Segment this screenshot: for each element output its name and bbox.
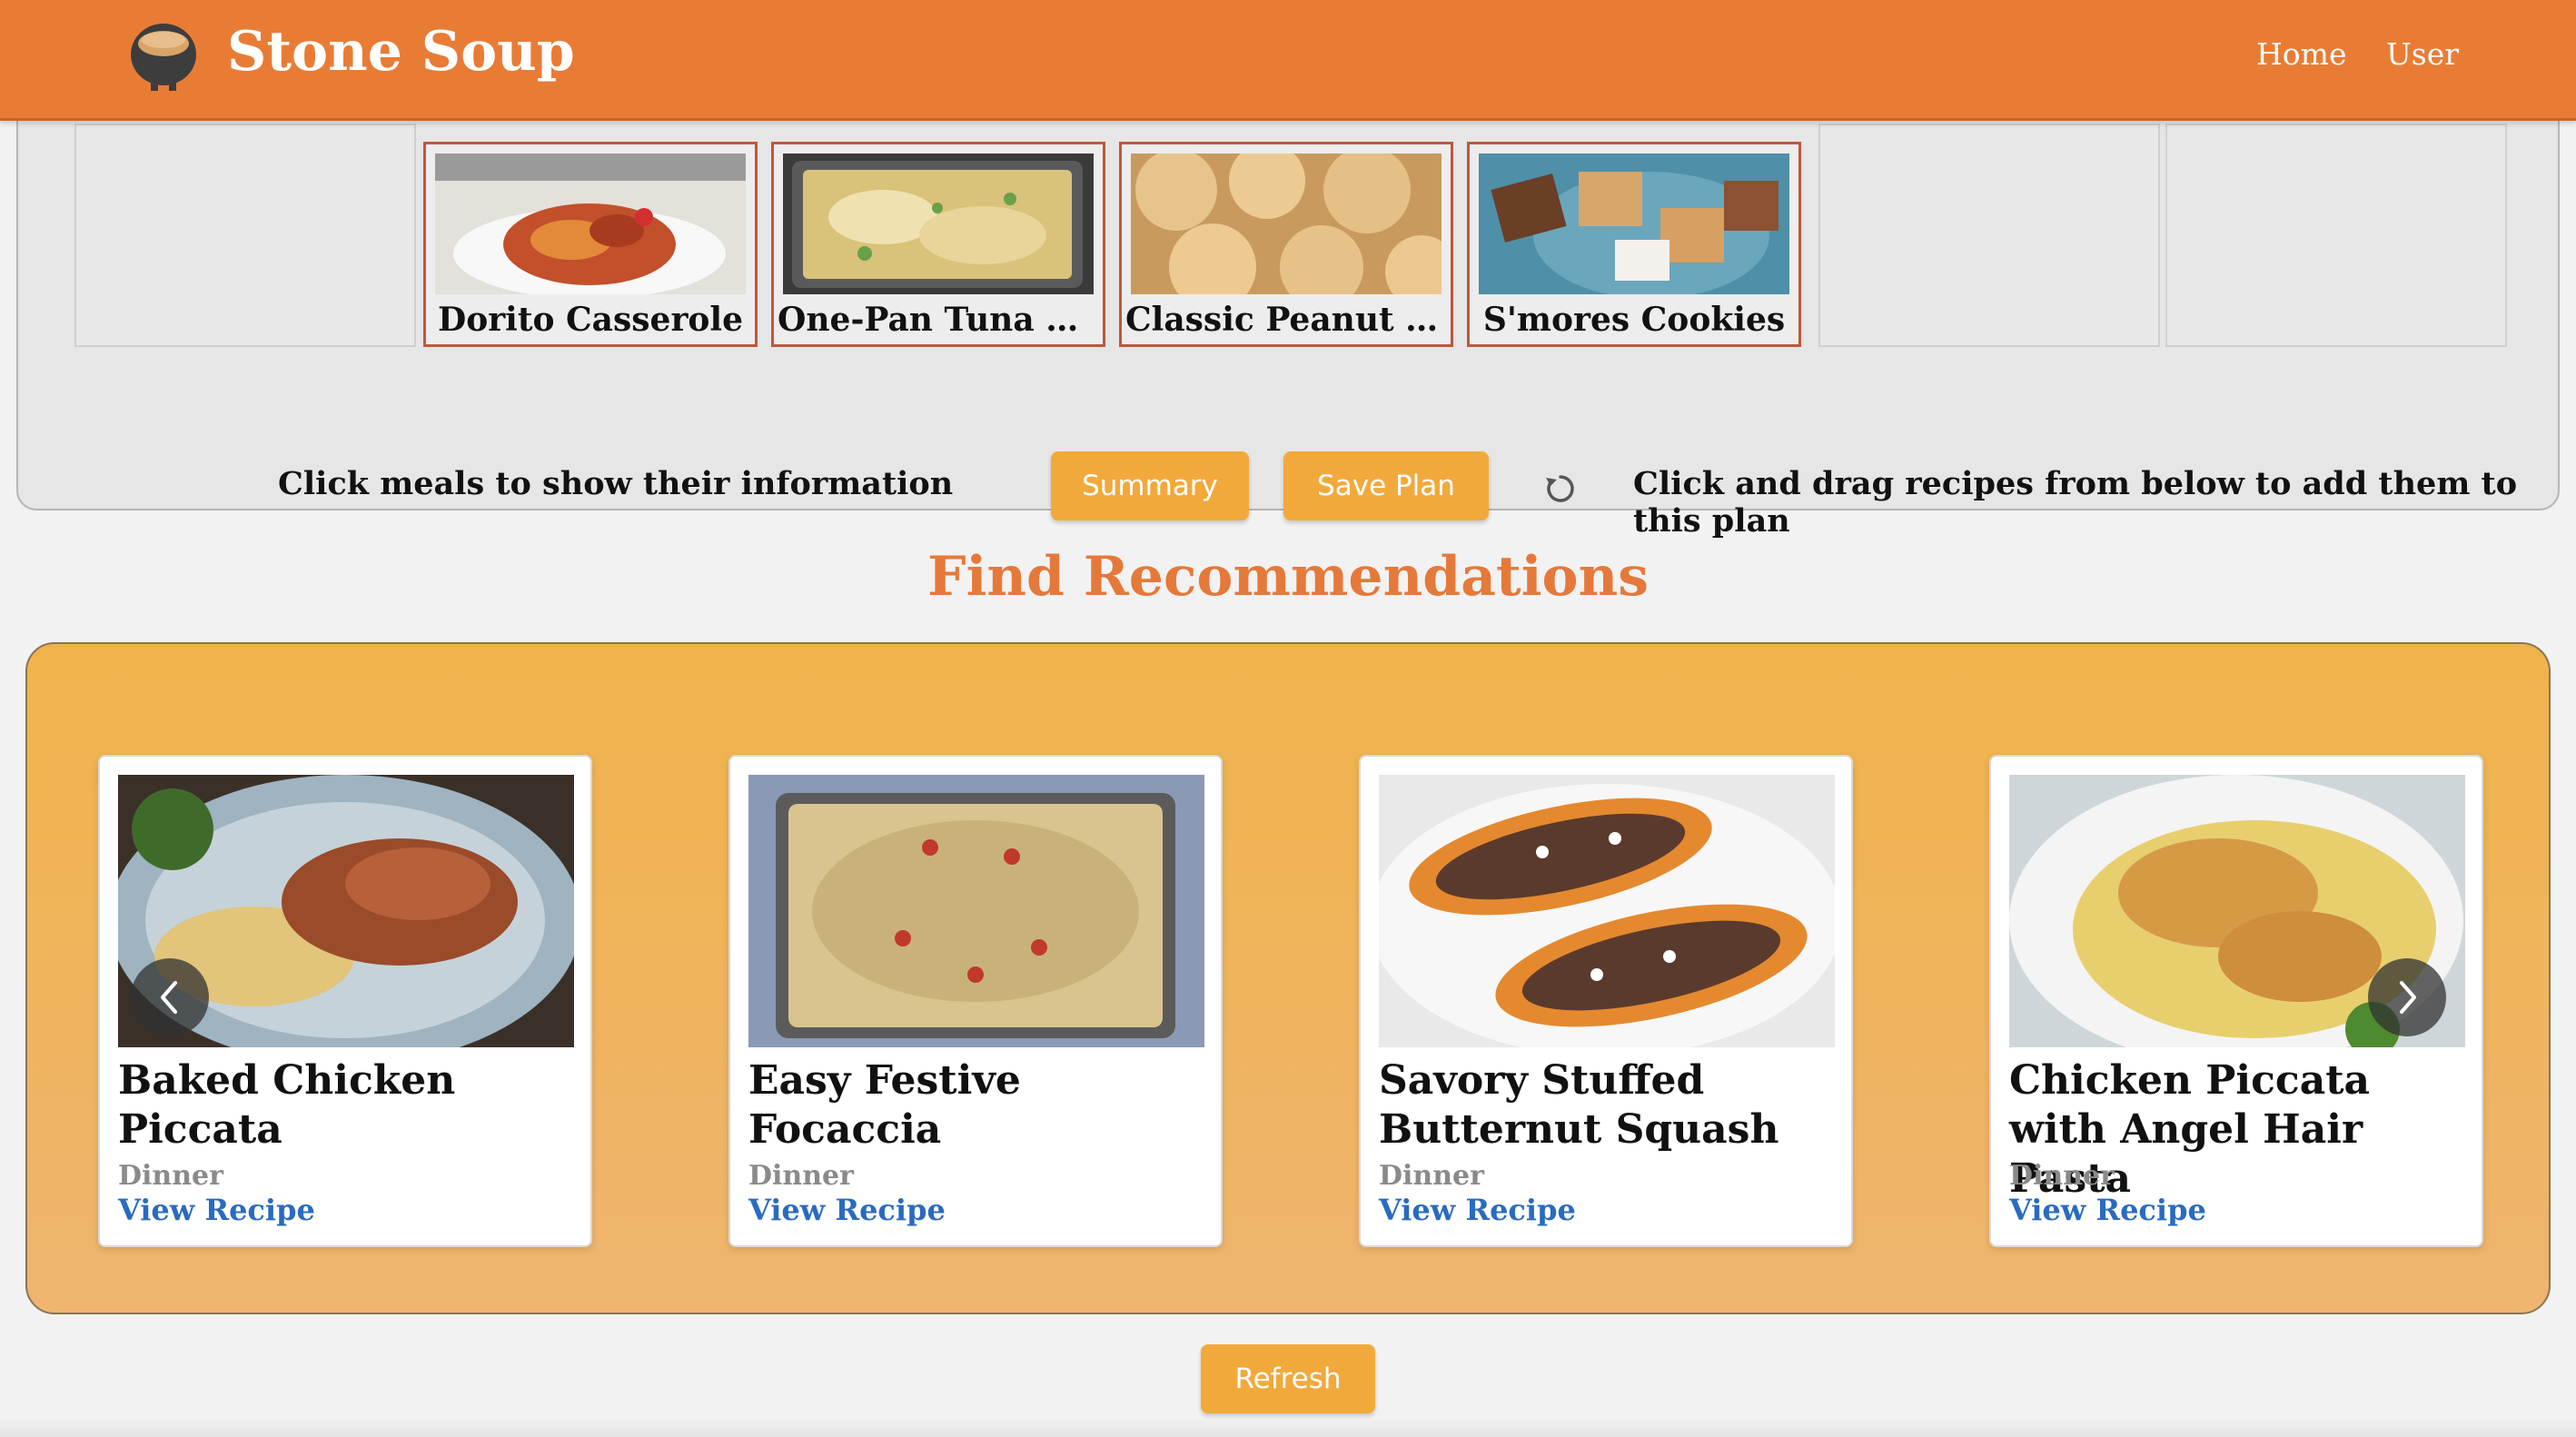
plan-meal-card[interactable]: One-Pan Tuna Noodle Casserole [771, 142, 1105, 347]
recipe-category: Dinner [118, 1160, 223, 1192]
plan-meal-name: S'mores Cookies [1482, 301, 1786, 339]
save-plan-button[interactable]: Save Plan [1283, 451, 1489, 520]
top-navbar: Stone Soup Home User [0, 0, 2576, 121]
recipe-name: Savory Stuffed Butternut Squash [1379, 1057, 1779, 1153]
view-recipe-link[interactable]: View Recipe [748, 1193, 946, 1227]
peanut-cookies-photo [1131, 154, 1442, 294]
empty-plan-slot[interactable] [74, 124, 416, 347]
recipe-card[interactable]: Easy Festive Focaccia Dinner View Recipe [728, 755, 1223, 1247]
carousel-next-button[interactable] [2368, 958, 2446, 1036]
refresh-button[interactable]: Refresh [1201, 1344, 1375, 1413]
empty-plan-slot[interactable] [2165, 124, 2507, 347]
plan-meal-card[interactable]: S'mores Cookies [1467, 142, 1801, 347]
summary-button[interactable]: Summary [1051, 451, 1249, 520]
view-recipe-link[interactable]: View Recipe [2009, 1193, 2206, 1227]
tuna-noodle-photo [783, 154, 1094, 294]
empty-plan-slot[interactable] [1818, 124, 2160, 347]
plan-meal-name: Dorito Casserole [437, 301, 744, 339]
plan-meal-card[interactable]: Dorito Casserole [423, 142, 758, 347]
recipe-category: Dinner [748, 1160, 854, 1192]
chevron-right-icon [2400, 981, 2416, 1014]
smores-cookies-photo [1479, 154, 1789, 294]
brand-title[interactable]: Stone Soup [227, 20, 575, 84]
view-recipe-link[interactable]: View Recipe [118, 1193, 315, 1227]
recommendations-carousel: Baked Chicken Piccata Dinner View Recipe… [25, 642, 2551, 1314]
view-recipe-link[interactable]: View Recipe [1379, 1193, 1576, 1227]
nav-home-link[interactable]: Home [2256, 36, 2346, 72]
plan-meal-card[interactable]: Classic Peanut Butter Cookies [1119, 142, 1453, 347]
recipe-category: Dinner [1379, 1160, 1484, 1192]
recipe-name: Baked Chicken Piccata [118, 1057, 456, 1153]
reset-icon[interactable] [1542, 471, 1579, 507]
recipe-photo [1379, 775, 1835, 1047]
plan-meal-name: Classic Peanut Butter Cookies [1125, 301, 1451, 339]
recipe-photo [748, 775, 1204, 1047]
plan-hint-text: Click meals to show their information [278, 465, 954, 502]
recipe-card[interactable]: Savory Stuffed Butternut Squash Dinner V… [1359, 755, 1853, 1247]
casserole-photo [435, 154, 746, 294]
recipe-category: Dinner [2009, 1160, 2115, 1192]
meal-plan-panel: Dorito Casserole One-Pan Tuna Noodle Cas… [16, 64, 2560, 540]
recipe-name: Easy Festive Focaccia [748, 1057, 1021, 1153]
carousel-prev-button[interactable] [131, 958, 209, 1036]
nav-user-link[interactable]: User [2386, 36, 2459, 72]
drag-hint-text: Click and drag recipes from below to add… [1633, 465, 2518, 540]
chevron-left-icon [161, 981, 177, 1014]
recommendations-title: Find Recommendations [927, 545, 1649, 609]
plan-meal-name: One-Pan Tuna Noodle Casserole [778, 301, 1103, 339]
soup-pot-logo-icon[interactable] [129, 20, 198, 93]
page-bottom-shadow [0, 1417, 2576, 1437]
